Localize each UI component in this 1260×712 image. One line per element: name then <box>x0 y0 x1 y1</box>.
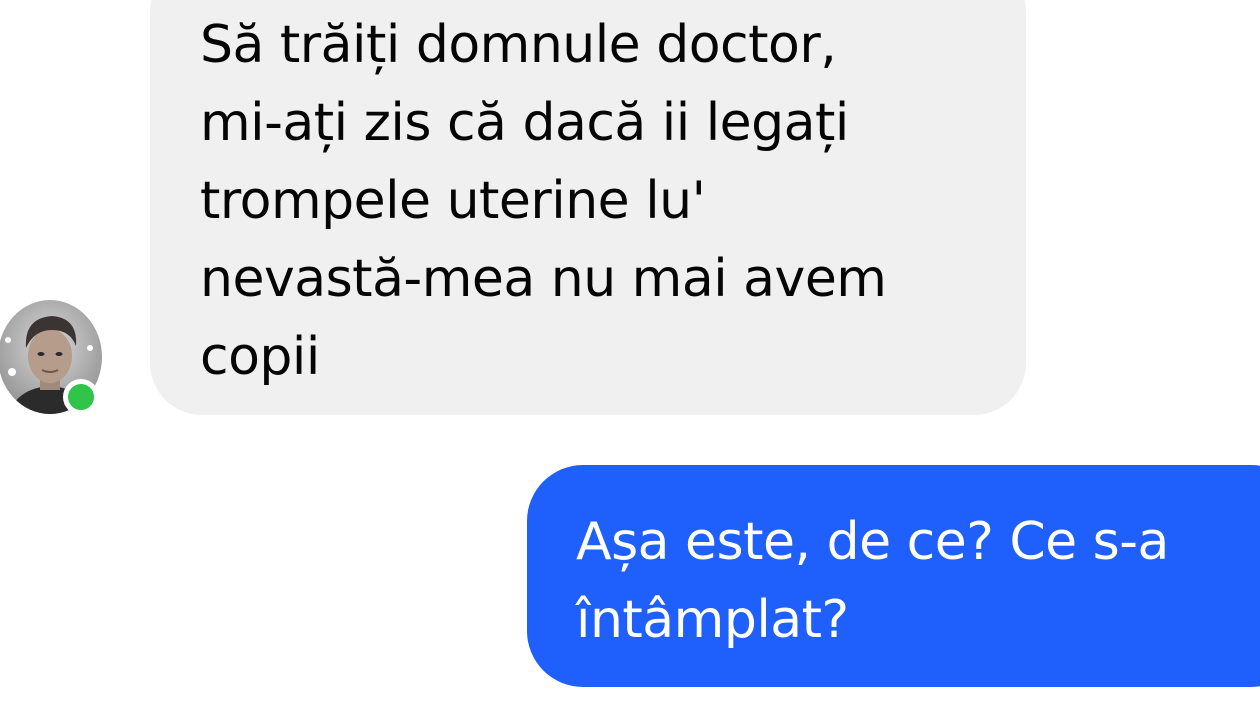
message-line: Așa este, de ce? Ce s-a <box>576 512 1169 572</box>
message-line: nevastă-mea nu mai avem <box>200 249 887 309</box>
message-line: copii <box>200 327 320 387</box>
message-line: întâmplat? <box>576 590 849 650</box>
sender-avatar[interactable] <box>0 300 102 415</box>
online-status-indicator <box>63 379 99 415</box>
message-line: Să trăiți domnule doctor, <box>200 15 837 75</box>
outgoing-message-bubble[interactable]: Așa este, de ce? Ce s-a întâmplat? <box>527 465 1260 687</box>
chat-thread: Să trăiți domnule doctor, mi-ați zis că … <box>0 0 1260 712</box>
message-line: mi-ați zis că dacă ii legați <box>200 93 849 153</box>
message-line: trompele uterine lu' <box>200 171 706 231</box>
incoming-message-bubble[interactable]: Să trăiți domnule doctor, mi-ați zis că … <box>150 0 1026 415</box>
